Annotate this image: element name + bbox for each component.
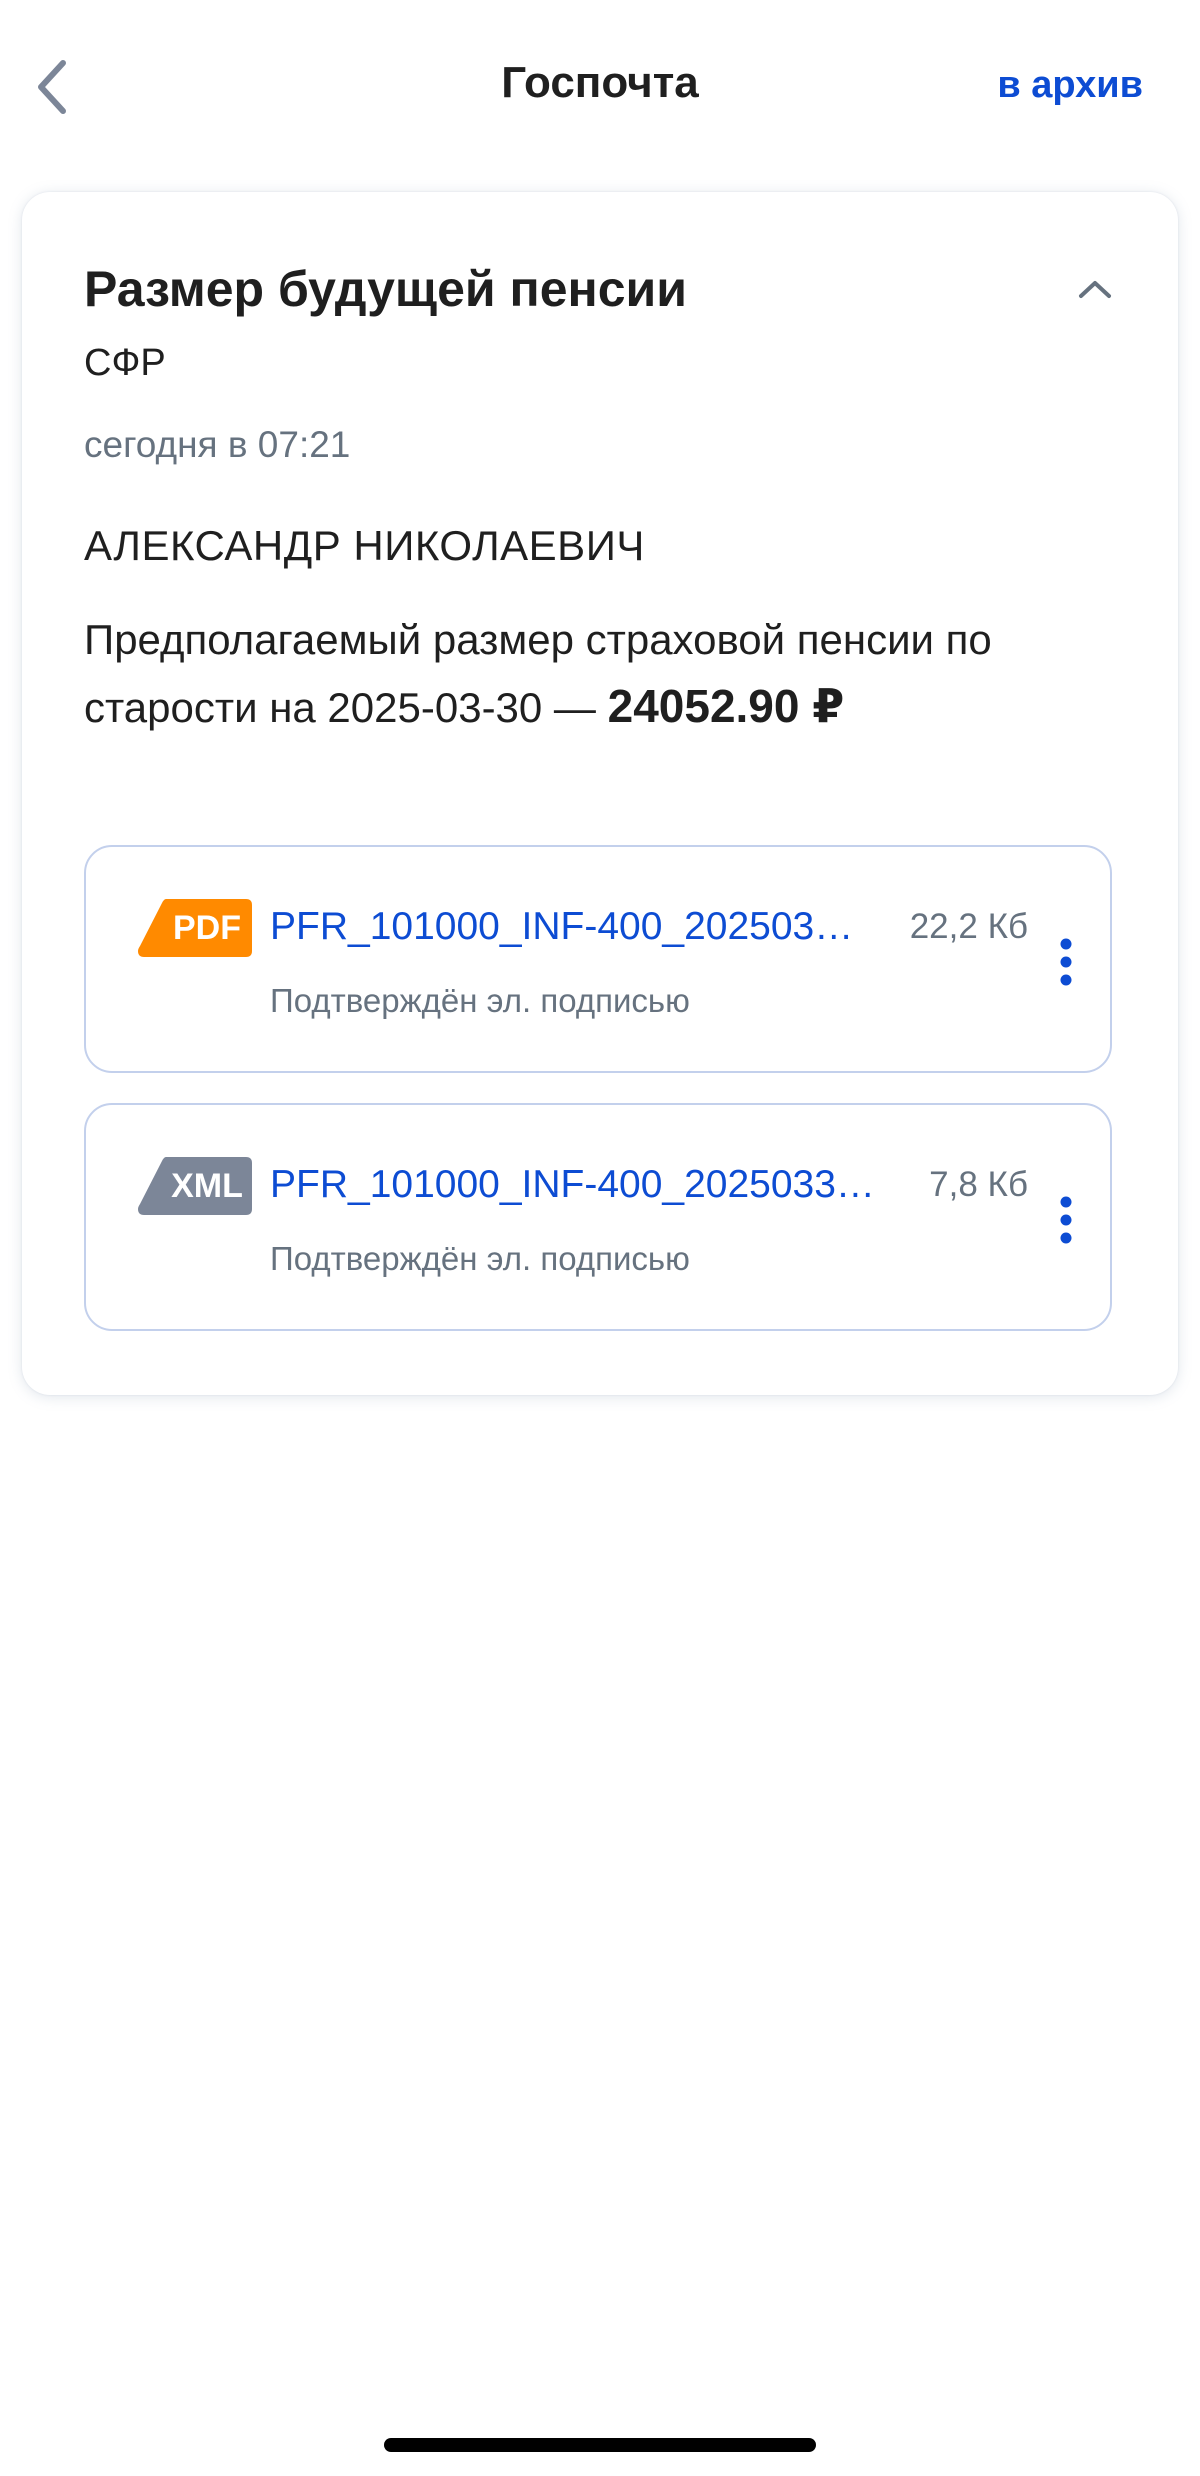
message-body-text: Предполагаемый размер страховой пенсии п… [84,616,992,731]
more-vertical-icon [1060,1196,1072,1244]
message-sender: СФР [84,342,166,384]
message-timestamp: сегодня в 07:21 [84,424,351,465]
chevron-left-icon [38,60,66,114]
chevron-up-icon [1079,281,1111,298]
pension-amount: 24052.90 ₽ [607,680,845,732]
back-button[interactable] [22,52,82,122]
home-indicator[interactable] [384,2438,816,2452]
message-card: Размер будущей пенсии СФР сегодня в 07:2… [22,192,1178,1395]
archive-button[interactable]: в архив [997,64,1143,107]
collapse-button[interactable] [1070,264,1120,314]
header: Госпочта в архив [0,0,1200,175]
file-type-label: XML [171,1167,243,1205]
message-recipient: АЛЕКСАНДР НИКОЛАЕВИЧ [84,522,645,569]
attachment-menu-button[interactable] [1046,1185,1086,1255]
file-size: 22,2 Кб [909,907,1028,946]
attachment-menu-button[interactable] [1046,927,1086,997]
file-name-link[interactable]: PFR_101000_INF-400_2025033... [270,905,860,949]
file-type-label: PDF [173,909,241,947]
pdf-file-icon: PDF [138,899,252,957]
message-title: Размер будущей пенсии [84,261,688,317]
attachment-xml[interactable]: XML PFR_101000_INF-400_20250330... 7,8 К… [84,1103,1112,1331]
file-size: 7,8 Кб [929,1165,1028,1204]
message-body: Предполагаемый размер страховой пенсии п… [84,607,1104,741]
xml-file-icon: XML [138,1157,252,1215]
file-name-link[interactable]: PFR_101000_INF-400_20250330... [270,1163,890,1207]
more-vertical-icon [1060,938,1072,986]
signature-status: Подтверждён эл. подписью [270,982,690,1019]
signature-status: Подтверждён эл. подписью [270,1240,690,1277]
attachment-pdf[interactable]: PDF PFR_101000_INF-400_2025033... 22,2 К… [84,845,1112,1073]
